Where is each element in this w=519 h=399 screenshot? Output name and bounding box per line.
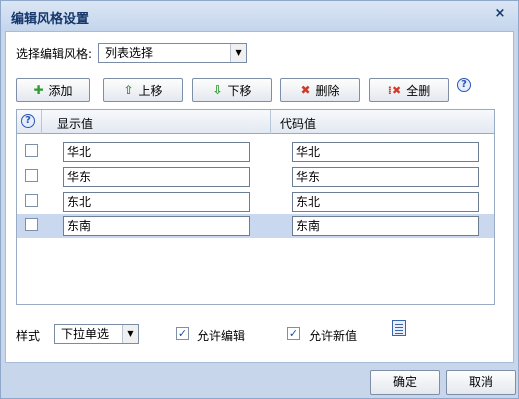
display-value-input[interactable]: 华东	[63, 167, 250, 187]
allow-new-checkbox[interactable]: ✓	[287, 327, 300, 340]
dialog-window: 编辑风格设置 × 选择编辑风格: 列表选择 ▼ ✚ 添加 ⇧ 上移 ⇩ 下移 ✖…	[0, 0, 519, 399]
header-divider	[270, 110, 271, 134]
table-row[interactable]: 华北 华北	[17, 140, 494, 164]
delete-button[interactable]: ✖ 删除	[280, 78, 360, 102]
chevron-down-icon[interactable]: ▼	[230, 44, 247, 62]
code-value-input[interactable]: 华东	[292, 167, 479, 187]
header-help-icon[interactable]: ?	[21, 114, 35, 128]
arrow-up-icon: ⇧	[123, 83, 134, 97]
values-grid: ? 显示值 代码值 华北 华北 华东 华东 东北 东北 东南 东南	[16, 109, 495, 305]
chevron-down-icon[interactable]: ▼	[122, 325, 138, 343]
move-up-button-label: 上移	[138, 83, 163, 98]
row-checkbox[interactable]	[25, 169, 38, 182]
grid-header: ? 显示值 代码值	[17, 110, 494, 134]
title-bar[interactable]: 编辑风格设置 ×	[1, 1, 518, 31]
add-button-label: 添加	[48, 83, 73, 98]
arrow-down-icon: ⇩	[212, 83, 223, 97]
display-value-input[interactable]: 华北	[63, 142, 250, 162]
code-value-input[interactable]: 东北	[292, 192, 479, 212]
dropdown-style-value: 下拉单选	[61, 327, 110, 341]
row-checkbox[interactable]	[25, 194, 38, 207]
delete-all-button-label: 全删	[406, 83, 431, 98]
move-down-button[interactable]: ⇩ 下移	[192, 78, 272, 102]
allow-edit-checkbox[interactable]: ✓	[176, 327, 189, 340]
edit-style-select[interactable]: 列表选择 ▼	[98, 43, 248, 63]
edit-style-row: 选择编辑风格: 列表选择 ▼	[16, 42, 248, 64]
table-row-selected[interactable]: 东南 东南	[17, 214, 494, 238]
edit-style-label: 选择编辑风格:	[16, 46, 93, 61]
add-button[interactable]: ✚ 添加	[16, 78, 90, 102]
delete-x-icon: ✖	[300, 83, 311, 97]
plus-icon: ✚	[33, 83, 44, 97]
close-icon[interactable]: ×	[492, 6, 508, 22]
allow-edit-label: 允许编辑	[197, 329, 246, 343]
table-row[interactable]: 东北 东北	[17, 190, 494, 214]
dialog-title: 编辑风格设置	[11, 12, 90, 27]
header-code-value: 代码值	[280, 117, 317, 131]
display-value-input[interactable]: 东北	[63, 192, 250, 212]
options-row: 样式 下拉单选 ▼ ✓ 允许编辑 ✓ 允许新值	[16, 320, 506, 346]
dialog-content: 选择编辑风格: 列表选择 ▼ ✚ 添加 ⇧ 上移 ⇩ 下移 ✖ 删除 ⁞✖ 全删…	[5, 31, 514, 363]
delete-button-label: 删除	[315, 83, 340, 98]
code-value-input[interactable]: 东南	[292, 216, 479, 236]
header-divider	[41, 110, 42, 134]
edit-style-value: 列表选择	[105, 46, 154, 60]
move-down-button-label: 下移	[227, 83, 252, 98]
delete-all-button[interactable]: ⁞✖ 全删	[369, 78, 449, 102]
dropdown-style-select[interactable]: 下拉单选 ▼	[54, 324, 139, 344]
style-label: 样式	[16, 329, 41, 343]
row-checkbox[interactable]	[25, 144, 38, 157]
cancel-button[interactable]: 取消	[446, 370, 516, 395]
delete-all-icon: ⁞✖	[387, 83, 402, 97]
header-display-value: 显示值	[57, 117, 94, 131]
display-value-input[interactable]: 东南	[63, 216, 250, 236]
code-value-input[interactable]: 华北	[292, 142, 479, 162]
allow-new-label: 允许新值	[309, 329, 358, 343]
table-row[interactable]: 华东 华东	[17, 165, 494, 189]
move-up-button[interactable]: ⇧ 上移	[103, 78, 183, 102]
help-icon[interactable]: ?	[457, 78, 471, 92]
ok-button[interactable]: 确定	[370, 370, 440, 395]
document-icon[interactable]	[392, 320, 406, 336]
row-checkbox[interactable]	[25, 218, 38, 231]
